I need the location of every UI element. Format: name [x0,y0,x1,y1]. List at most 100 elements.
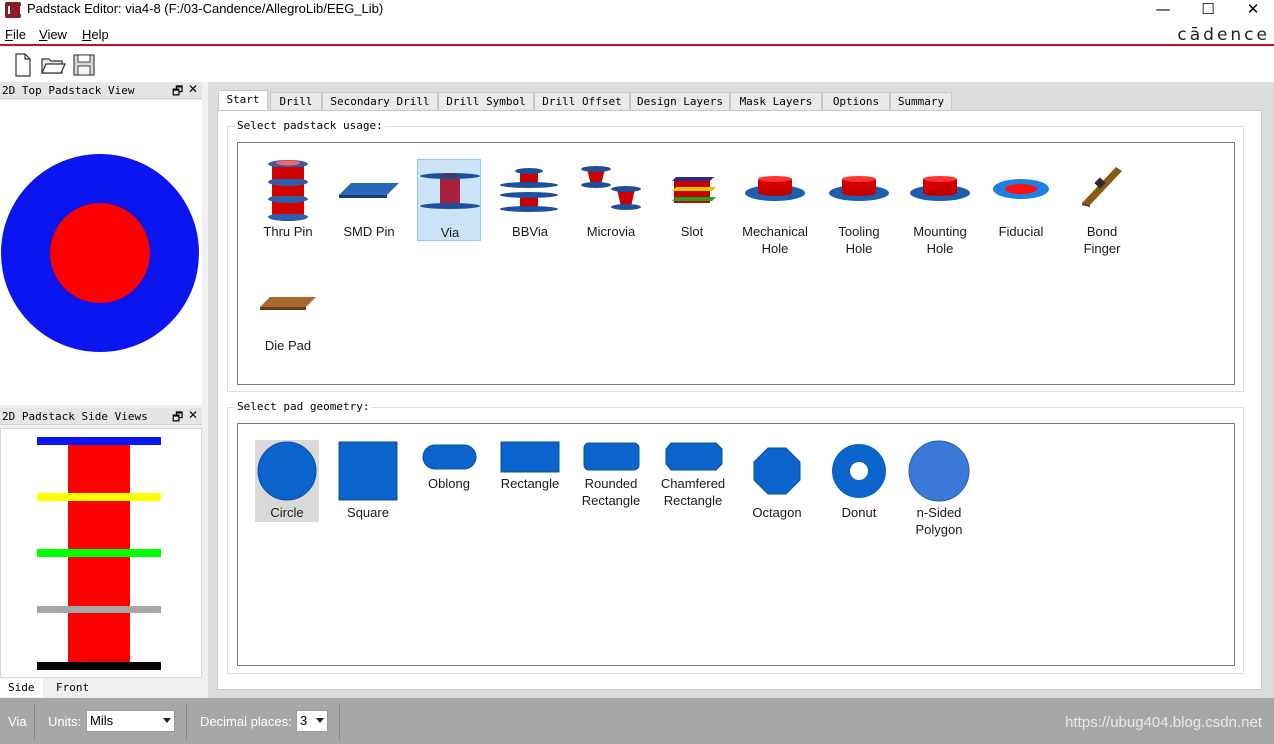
mechanical-hole-icon [745,176,805,201]
chevron-down-icon [316,718,324,723]
tab-summary[interactable]: Summary [890,92,952,111]
tab-options[interactable]: Options [822,92,890,111]
menu-view-label: View [39,27,67,42]
tab-side[interactable]: Side [0,679,43,697]
top-view-canvas[interactable] [0,100,202,405]
geometry-n-sided-polygon[interactable]: n-Sided Polygon [907,440,971,538]
tab-front[interactable]: Front [48,679,97,697]
layer-3 [37,549,161,557]
geometry-octagon[interactable]: Octagon [745,440,809,522]
new-file-button[interactable] [10,52,36,78]
units-select[interactable]: Mils [86,710,175,732]
usage-mounting-hole[interactable]: Mounting Hole [908,159,972,257]
save-button[interactable] [71,52,97,78]
tab-drill-offset[interactable]: Drill Offset [534,92,630,111]
title-bar: Padstack Editor: via4-8 (F:/03-Candence/… [0,0,1274,20]
usage-label: BBVia [512,224,548,239]
geometry-label: Rectangle [500,476,560,491]
window-title: Padstack Editor: via4-8 (F:/03-Candence/… [27,1,384,16]
status-divider [34,704,35,740]
usage-smd-pin[interactable]: SMD Pin [337,159,401,240]
float-icon[interactable]: 🗗 [172,408,183,429]
top-padstack-drawing [1,154,199,352]
layer-2 [37,493,161,501]
usage-via[interactable]: Via [417,159,481,241]
geometry-circle[interactable]: Circle [255,440,319,522]
layer-bottom [37,662,161,670]
close-panel-icon[interactable]: ✕ [188,408,198,422]
chevron-down-icon [163,718,171,723]
tab-start[interactable]: Start [218,90,268,111]
oblong-shape-icon [422,444,477,470]
menu-bar: File View Help cādence [0,24,1274,46]
menu-file[interactable]: File [5,27,26,42]
menu-view[interactable]: View [39,27,67,42]
geometry-square[interactable]: Square [336,440,400,522]
geometry-oblong[interactable]: Oblong [417,440,481,500]
geometry-label: Octagon [752,505,802,520]
usage-label: Slot [680,224,704,239]
usage-label: Thru Pin [263,224,313,239]
layer-4 [37,606,161,613]
menu-help[interactable]: Help [82,27,109,42]
side-view-tabs: Side Front [0,679,202,697]
geometry-rectangle[interactable]: Rectangle [498,440,562,500]
usage-die-pad[interactable]: Die Pad [256,273,320,354]
geometry-label: n-Sided Polygon [915,505,963,537]
geometry-label: Chamfered Rectangle [660,476,726,508]
usage-bbvia[interactable]: BBVia [498,159,562,240]
rectangle-shape-icon [500,441,560,473]
usage-label: Microvia [586,224,636,239]
usage-mechanical-hole[interactable]: Mechanical Hole [742,159,808,257]
usage-label: Tooling Hole [838,224,880,256]
tab-mask-layers[interactable]: Mask Layers [730,92,822,111]
bond-finger-icon [1082,167,1122,207]
units-value: Mils [90,713,114,728]
decimal-places-value: 3 [300,713,308,728]
usage-slot[interactable]: Slot [660,159,724,240]
usage-group-label: Select padstack usage: [235,119,385,132]
toolbar [0,48,1274,80]
geometry-rounded-rectangle[interactable]: Rounded Rectangle [579,440,643,510]
circle-shape-icon [257,441,317,501]
via-icon [420,173,480,209]
tab-drill-symbol[interactable]: Drill Symbol [438,92,534,111]
usage-bond-finger[interactable]: Bond Finger [1070,159,1134,257]
maximize-button[interactable]: ☐ [1185,0,1231,20]
geometry-chamfered-rectangle[interactable]: Chamfered Rectangle [661,440,725,510]
octagon-shape-icon [753,447,801,495]
bbvia-icon [500,168,558,212]
tab-secondary-drill[interactable]: Secondary Drill [322,92,438,111]
side-view-canvas[interactable] [0,428,202,678]
donut-shape-icon [832,444,886,498]
left-dock: 2D Top Padstack View 🗗 ✕ 2D Padstack Sid… [0,82,208,698]
menu-help-label: Help [82,27,109,42]
decimal-places-label: Decimal places: [200,714,292,729]
tab-drill[interactable]: Drill [270,92,322,111]
tab-design-layers[interactable]: Design Layers [630,92,730,111]
slot-icon [672,177,716,203]
cadence-logo: cādence [1177,25,1270,45]
mounting-hole-icon [910,176,970,201]
status-mode: Via [8,714,27,729]
usage-label: Via [440,225,460,240]
usage-fiducial[interactable]: Fiducial [989,159,1053,240]
geometry-label: Oblong [428,476,470,491]
status-divider [186,704,187,740]
geometry-donut[interactable]: Donut [827,440,891,522]
usage-label: Mounting Hole [913,224,967,256]
usage-tooling-hole[interactable]: Tooling Hole [827,159,891,257]
open-button[interactable] [40,52,66,78]
decimal-places-select[interactable]: 3 [296,710,328,732]
thru-pin-icon [268,160,308,221]
close-panel-icon[interactable]: ✕ [188,82,198,96]
save-disk-icon [73,54,95,76]
minimize-button[interactable]: — [1140,0,1186,20]
usage-microvia[interactable]: Microvia [579,159,643,240]
close-button[interactable]: ✕ [1230,0,1274,20]
smd-pin-icon [339,183,399,198]
usage-thru-pin[interactable]: Thru Pin [256,159,320,240]
status-divider [339,704,340,740]
units-label: Units: [48,714,82,729]
geometry-label: Circle [270,505,304,520]
